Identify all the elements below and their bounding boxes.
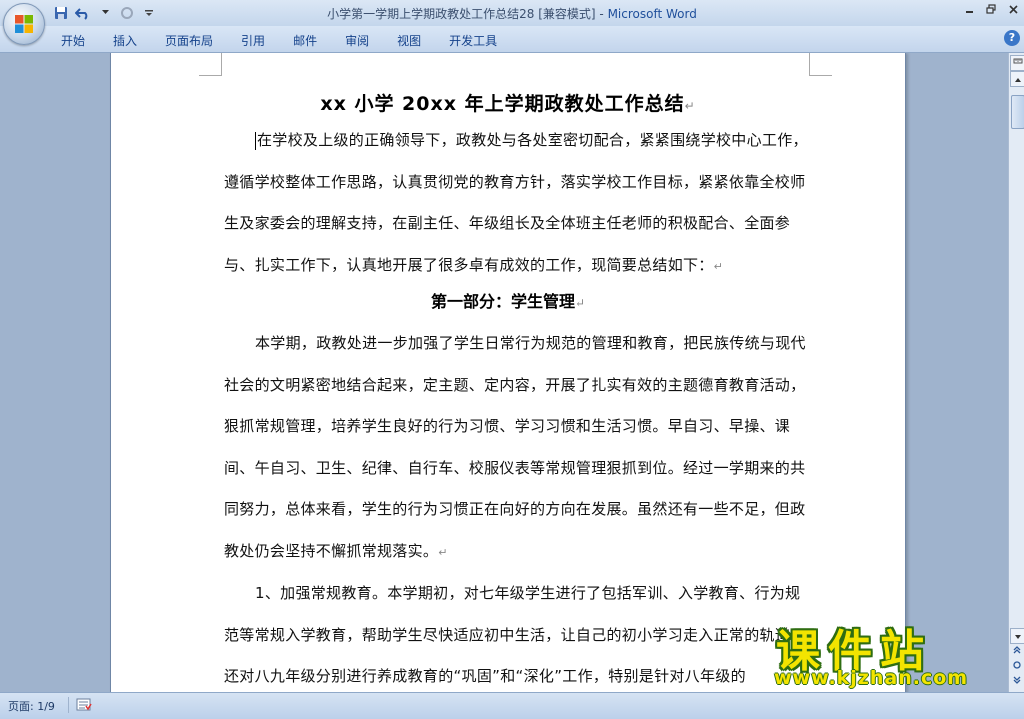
vertical-scrollbar[interactable] <box>1008 53 1024 692</box>
window-controls <box>958 0 1024 18</box>
paragraph-mark: ↵ <box>684 99 696 113</box>
ruler-icon <box>1013 58 1023 64</box>
scroll-thumb[interactable] <box>1011 95 1024 129</box>
ribbon: 开始 插入 页面布局 引用 邮件 审阅 视图 开发工具 ? <box>0 26 1024 53</box>
tab-home[interactable]: 开始 <box>49 30 97 51</box>
chevron-up-icon <box>1015 78 1021 82</box>
close-icon <box>1008 4 1018 14</box>
paragraph-intro-text: 在学校及上级的正确领导下，政教处与各处室密切配合，紧紧围绕学校中心工作，遵循学校… <box>224 131 808 274</box>
document-area[interactable]: xx 小学 20xx 年上学期政教处工作总结↵ 在学校及上级的正确领导下，政教处… <box>0 53 1008 692</box>
tab-view[interactable]: 视图 <box>385 30 433 51</box>
ribbon-tabs: 开始 插入 页面布局 引用 邮件 审阅 视图 开发工具 <box>49 30 513 51</box>
document-title-text: xx 小学 20xx 年上学期政教处工作总结 <box>320 93 685 115</box>
office-button[interactable] <box>3 3 45 45</box>
document-title: xx 小学 20xx 年上学期政教处工作总结↵ <box>111 89 905 116</box>
section-title-text: 第一部分：学生管理 <box>430 292 575 311</box>
restore-button[interactable] <box>980 0 1002 18</box>
tab-insert[interactable]: 插入 <box>101 30 149 51</box>
paragraph-intro[interactable]: 在学校及上级的正确领导下，政教处与各处室密切配合，紧紧围绕学校中心工作，遵循学校… <box>224 120 812 287</box>
help-button[interactable]: ? <box>1004 30 1020 46</box>
minimize-icon <box>965 10 973 13</box>
proofing-status-button[interactable] <box>76 697 92 711</box>
close-button[interactable] <box>1002 0 1024 18</box>
scroll-up-button[interactable] <box>1010 71 1024 87</box>
margin-corner-top-left <box>199 53 222 76</box>
paragraph-mark: ↵ <box>574 296 586 310</box>
title-bar: 小学第一学期上学期政教处工作总结28 [兼容模式] - Microsoft Wo… <box>0 0 1024 27</box>
paragraph-student-management[interactable]: 本学期，政教处进一步加强了学生日常行为规范的管理和教育，把民族传统与现代社会的文… <box>224 323 812 573</box>
paragraph-mark: ↵ <box>713 259 724 273</box>
minimize-button[interactable] <box>958 0 980 18</box>
tab-developer[interactable]: 开发工具 <box>437 30 509 51</box>
document-name: 小学第一学期上学期政教处工作总结28 [兼容模式] - <box>327 7 608 21</box>
tab-page-layout[interactable]: 页面布局 <box>153 30 225 51</box>
office-logo-icon <box>15 15 33 33</box>
tab-references[interactable]: 引用 <box>229 30 277 51</box>
watermark-logo: 课件站 www.kjzhan.com <box>774 615 1014 695</box>
proofing-icon <box>76 698 92 711</box>
paragraph-routine-education-text: 1、加强常规教育。本学期初，对七年级学生进行了包括军训、入学教育、行为规范等常规… <box>224 584 806 685</box>
paragraph-routine-education[interactable]: 1、加强常规教育。本学期初，对七年级学生进行了包括军训、入学教育、行为规范等常规… <box>224 573 812 692</box>
document-page[interactable]: xx 小学 20xx 年上学期政教处工作总结↵ 在学校及上级的正确领导下，政教处… <box>110 53 906 692</box>
window-title: 小学第一学期上学期政教处工作总结28 [兼容模式] - Microsoft Wo… <box>0 5 1024 22</box>
status-divider <box>68 697 69 713</box>
paragraph-mark: ↵ <box>438 545 448 559</box>
restore-icon <box>986 4 996 14</box>
tab-mailings[interactable]: 邮件 <box>281 30 329 51</box>
app-name: Microsoft Word <box>607 7 697 21</box>
text-cursor <box>255 131 256 150</box>
paragraph-student-management-text: 本学期，政教处进一步加强了学生日常行为规范的管理和教育，把民族传统与现代社会的文… <box>224 334 806 560</box>
tab-review[interactable]: 审阅 <box>333 30 381 51</box>
margin-corner-top-right <box>809 53 832 76</box>
status-bar: 页面: 1/9 <box>0 692 1024 719</box>
page-count[interactable]: 页面: 1/9 <box>8 698 55 714</box>
watermark-url: www.kjzhan.com <box>774 667 969 689</box>
view-ruler-button[interactable] <box>1010 55 1024 71</box>
section-title: 第一部分：学生管理↵ <box>111 288 905 312</box>
